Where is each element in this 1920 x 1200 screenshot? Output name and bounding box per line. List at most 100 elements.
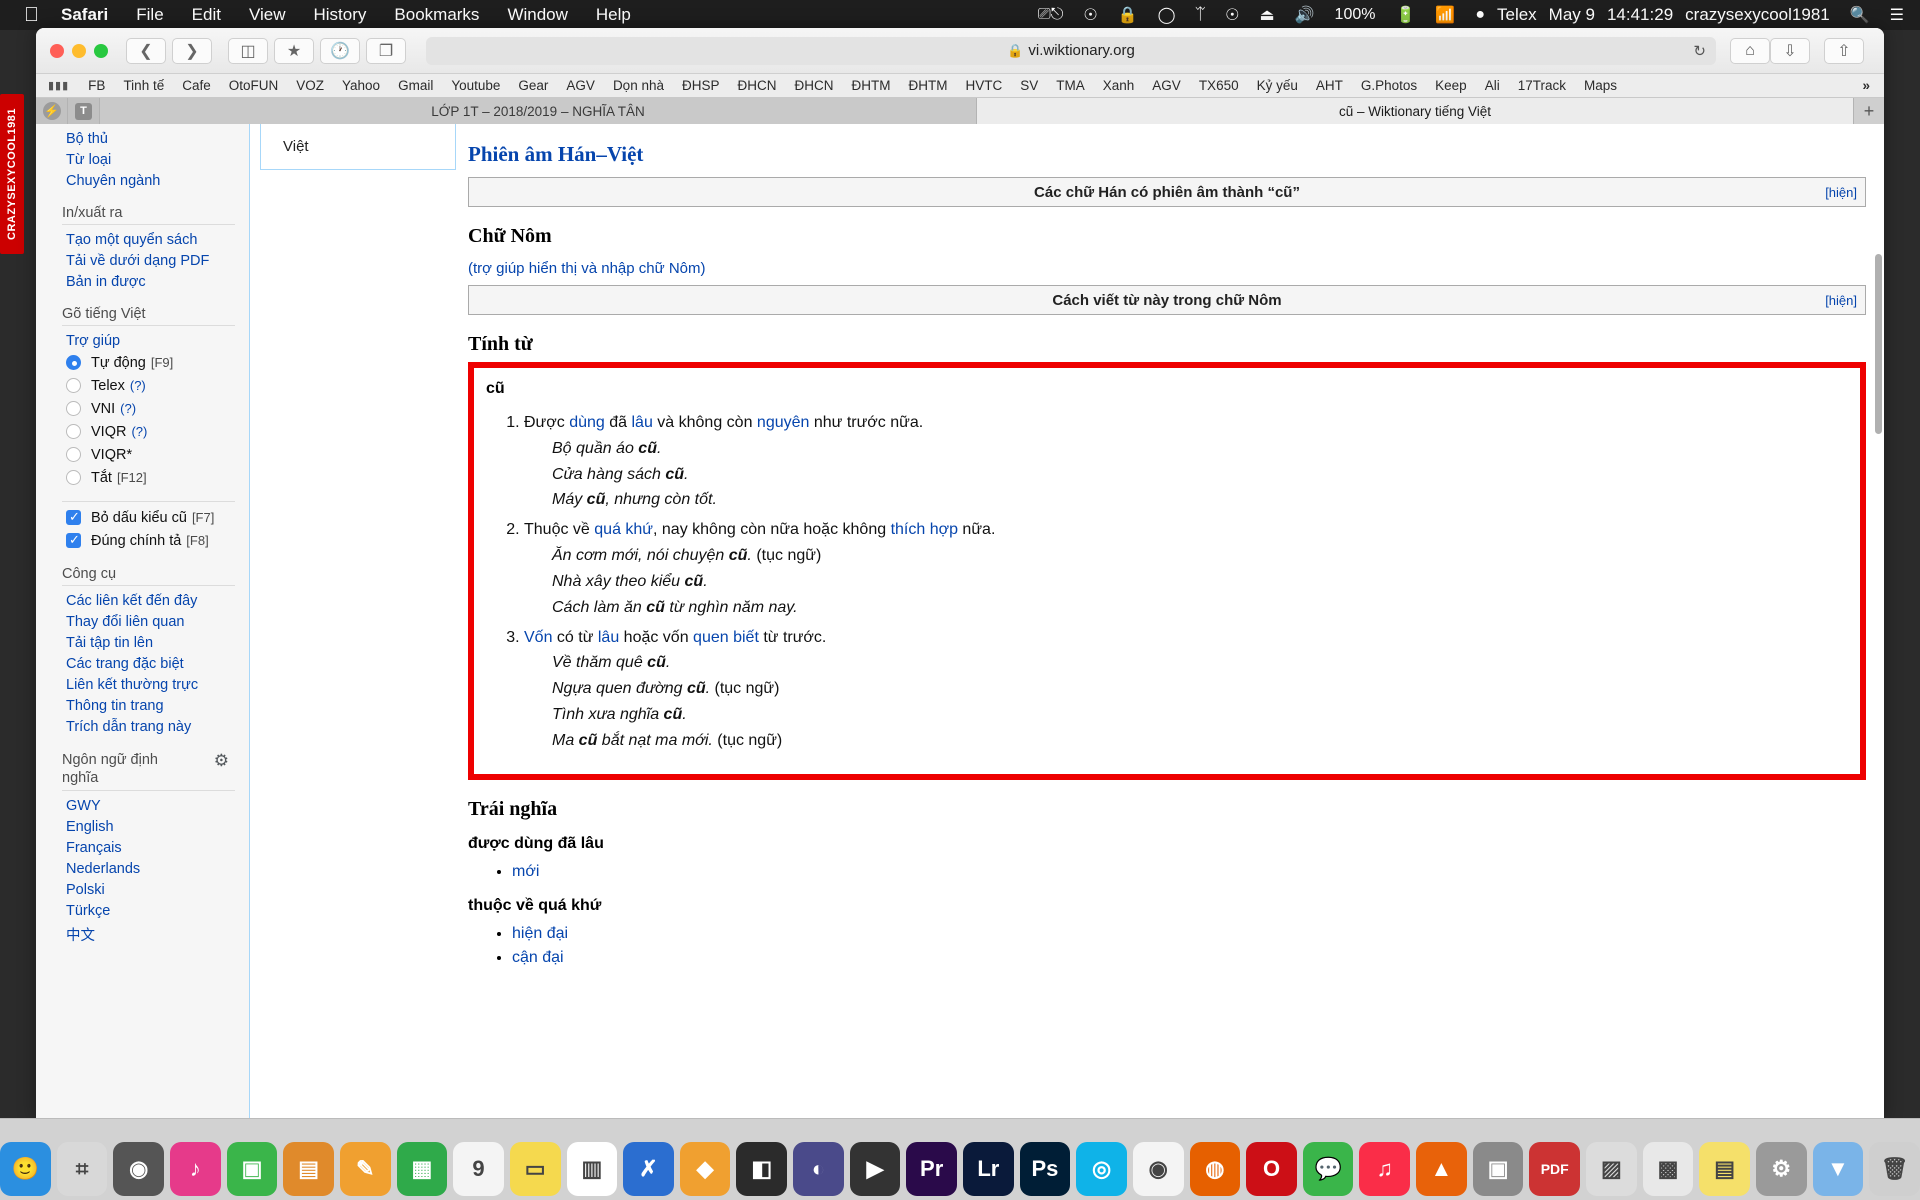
- back-button[interactable]: ❮: [126, 37, 166, 64]
- nom-help-link[interactable]: (trợ giúp hiển thị và nhập chữ Nôm): [468, 252, 1866, 279]
- bookmark-aht[interactable]: AHT: [1307, 78, 1352, 93]
- dock-item-shutter-counter[interactable]: ▩: [1642, 1142, 1694, 1196]
- dock-item-vlc[interactable]: ▲: [1416, 1142, 1467, 1196]
- dock-item-launchpad[interactable]: ⌗: [56, 1142, 108, 1196]
- accessibility-icon[interactable]: ☉: [1225, 5, 1239, 25]
- messenger-icon[interactable]: ⚡: [36, 98, 68, 124]
- bookmark-fb[interactable]: FB: [79, 78, 114, 93]
- menu-file[interactable]: File: [136, 5, 163, 25]
- sidebar-item-tao-quyen-sach[interactable]: Tạo một quyển sách: [36, 229, 249, 250]
- sidebar-item-tro-giup[interactable]: Trợ giúp: [36, 330, 249, 351]
- dock-item-downloads-folder[interactable]: ▼: [1812, 1142, 1864, 1196]
- new-tab-button[interactable]: +: [1854, 98, 1884, 124]
- sidebar-lang-turkce[interactable]: Türkçe: [36, 900, 249, 921]
- dock-item-finder[interactable]: 🙂: [0, 1142, 51, 1196]
- bookmark-ali[interactable]: Ali: [1476, 78, 1509, 93]
- wifi-icon[interactable]: 📶: [1435, 5, 1455, 25]
- dock-item-keynote[interactable]: 9: [453, 1142, 504, 1196]
- dock-item-preview[interactable]: ▨: [1586, 1142, 1637, 1196]
- definition-link[interactable]: quen biết: [693, 629, 759, 646]
- bookmark-donnha[interactable]: Dọn nhà: [604, 78, 673, 93]
- bookmark-gphotos[interactable]: G.Photos: [1352, 78, 1426, 93]
- dock-item-xcode[interactable]: ✗: [623, 1142, 674, 1196]
- bookmark-tma[interactable]: TMA: [1047, 78, 1094, 93]
- forward-button[interactable]: ❯: [172, 37, 212, 64]
- menu-help[interactable]: Help: [596, 5, 631, 25]
- dock-item-unarchiver[interactable]: ▣: [1472, 1142, 1524, 1196]
- apple-menu-icon[interactable]: : [24, 5, 39, 25]
- bookmark-voz[interactable]: VOZ: [287, 78, 333, 93]
- antonym-link[interactable]: mới: [512, 863, 539, 880]
- dock-item-trash[interactable]: 🗑: [1869, 1142, 1920, 1196]
- bookmark-cafe[interactable]: Cafe: [173, 78, 220, 93]
- sidebar-item-cac-lien-ket-den-day[interactable]: Các liên kết đến đây: [36, 590, 249, 611]
- antonym-link[interactable]: hiện đại: [512, 925, 568, 942]
- sidebar-item-tai-tap-tin-len[interactable]: Tải tập tin lên: [36, 632, 249, 653]
- dock-item-lightroom[interactable]: Lr: [963, 1142, 1014, 1196]
- navbox-han-characters[interactable]: Các chữ Hán có phiên âm thành “cũ” [hiện…: [468, 177, 1866, 207]
- sidebar-item-chuyen-nganh[interactable]: Chuyên ngành: [36, 170, 249, 191]
- bookmark-sv[interactable]: SV: [1011, 78, 1047, 93]
- home-button[interactable]: ⌂: [1730, 37, 1770, 64]
- radio-vni[interactable]: VNI (?): [36, 397, 249, 420]
- sidebar-lang-english[interactable]: English: [36, 816, 249, 837]
- navbox-toggle[interactable]: [hiện]: [1825, 293, 1857, 308]
- input-method-label[interactable]: Telex: [1497, 5, 1537, 25]
- bookmark-maps[interactable]: Maps: [1575, 78, 1626, 93]
- bookmark-gear[interactable]: Gear: [509, 78, 557, 93]
- dock-item-photoshop[interactable]: Ps: [1019, 1142, 1071, 1196]
- tab-wiktionary-cu[interactable]: cũ – Wiktionary tiếng Việt: [977, 98, 1854, 124]
- sidebar-item-tai-ve-pdf[interactable]: Tải về dưới dạng PDF: [36, 250, 249, 271]
- dock-item-music[interactable]: ♫: [1359, 1142, 1411, 1196]
- apps-grid-icon[interactable]: ▮▮▮: [42, 79, 79, 92]
- dock-item-compressor[interactable]: ◐: [793, 1142, 844, 1196]
- bookmark-tx650[interactable]: TX650: [1190, 78, 1248, 93]
- tab-viet[interactable]: Việt: [261, 124, 455, 155]
- definition-link[interactable]: quá khứ: [594, 521, 653, 538]
- download-icon[interactable]: ⇩: [1770, 37, 1810, 64]
- sidebar-item-thong-tin-trang[interactable]: Thông tin trang: [36, 695, 249, 716]
- reload-icon[interactable]: ↻: [1693, 42, 1706, 60]
- dock-item-stickies[interactable]: ▤: [1699, 1142, 1750, 1196]
- radio-tu-dong[interactable]: Tự động [F9]: [36, 351, 249, 374]
- tab-lop-1t[interactable]: LỚP 1T – 2018/2019 – NGHĨA TÂN: [100, 98, 977, 124]
- keyboard-input-icon[interactable]: ●: [1475, 6, 1485, 24]
- sidebar-lang-nederlands[interactable]: Nederlands: [36, 858, 249, 879]
- gear-icon[interactable]: ⚙: [214, 751, 229, 771]
- sidebar-lang-zhongwen[interactable]: 中文: [36, 921, 249, 947]
- sidebar-item-trich-dan-trang-nay[interactable]: Trích dẫn trang này: [36, 716, 249, 737]
- dock-item-logic[interactable]: ▶: [849, 1142, 901, 1196]
- radio-telex[interactable]: Telex (?): [36, 374, 249, 397]
- bookmark-agv[interactable]: AGV: [557, 78, 604, 93]
- bookmark-dhtm-2[interactable]: ĐHTM: [900, 78, 957, 93]
- radio-tat[interactable]: Tắt [F12]: [36, 466, 249, 489]
- dock-item-calendar[interactable]: ▥: [566, 1142, 618, 1196]
- zoom-window-button[interactable]: [94, 43, 108, 58]
- share-icon[interactable]: ⇧: [1824, 37, 1864, 64]
- bookmark-dhtm-1[interactable]: ĐHTM: [843, 78, 900, 93]
- vertical-scrollbar[interactable]: [1875, 254, 1882, 434]
- dock-item-itunes[interactable]: ♪: [170, 1142, 221, 1196]
- navbox-nom-writing[interactable]: Cách viết từ này trong chữ Nôm [hiện]: [468, 285, 1866, 315]
- help-hint[interactable]: (?): [120, 401, 136, 416]
- bookmark-gmail[interactable]: Gmail: [389, 78, 442, 93]
- volume-icon[interactable]: 🔊: [1295, 5, 1315, 25]
- help-hint[interactable]: (?): [130, 378, 146, 393]
- sidebar-lang-gwy[interactable]: GWY: [36, 795, 249, 816]
- chat-bubble-icon[interactable]: ◯: [1158, 5, 1176, 25]
- close-window-button[interactable]: [50, 43, 64, 58]
- sidebar-item-tu-loai[interactable]: Từ loại: [36, 149, 249, 170]
- sidebar-item-ban-in-duoc[interactable]: Bản in được: [36, 271, 249, 292]
- dock-item-sketch[interactable]: ◆: [679, 1142, 731, 1196]
- bookmark-youtube[interactable]: Youtube: [442, 78, 509, 93]
- bookmark-dhcn-2[interactable]: ĐHCN: [786, 78, 843, 93]
- sidebar-item-thay-doi-lien-quan[interactable]: Thay đổi liên quan: [36, 611, 249, 632]
- tab-overview-button[interactable]: ❐: [366, 37, 406, 64]
- sidebar-toggle-button[interactable]: ◫: [228, 37, 268, 64]
- control-center-icon[interactable]: ☰: [1890, 5, 1904, 25]
- navbox-toggle[interactable]: [hiện]: [1825, 185, 1857, 200]
- dock-item-final-cut[interactable]: ◧: [736, 1142, 788, 1196]
- dock-item-opera[interactable]: O: [1246, 1142, 1297, 1196]
- menu-safari[interactable]: Safari: [61, 5, 108, 25]
- dock-item-books[interactable]: ▤: [283, 1142, 334, 1196]
